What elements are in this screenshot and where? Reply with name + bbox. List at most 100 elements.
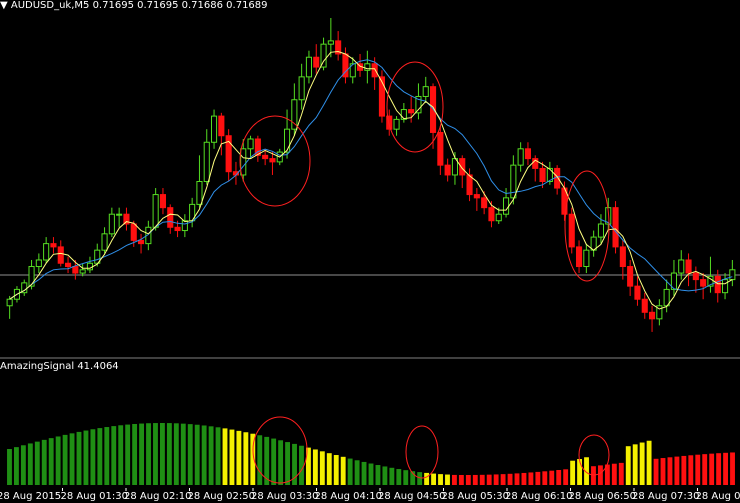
candle-body xyxy=(313,56,320,68)
candle-body xyxy=(575,246,583,268)
histogram-bar xyxy=(13,447,19,485)
histogram-bar xyxy=(403,470,409,485)
candle-body xyxy=(116,213,123,216)
candle-body xyxy=(408,109,415,114)
histogram-bar xyxy=(375,465,381,485)
histogram-bar xyxy=(34,441,40,485)
histogram-bar xyxy=(118,425,124,485)
histogram-bar xyxy=(312,449,318,485)
histogram-bar xyxy=(48,438,54,485)
candle-body xyxy=(159,194,167,209)
time-axis-label: 28 Aug 07:30 xyxy=(632,491,699,502)
candle-body xyxy=(583,249,590,268)
histogram-bar xyxy=(347,458,353,485)
histogram-bar xyxy=(507,473,513,485)
histogram-bar xyxy=(201,425,207,485)
candle-body xyxy=(444,164,451,176)
candle-body xyxy=(692,272,699,281)
candle-body xyxy=(181,220,188,232)
candle-body xyxy=(130,223,137,241)
time-axis-label: 28 Aug 03:30 xyxy=(251,491,318,502)
candle-body xyxy=(685,259,692,274)
candle-body xyxy=(554,167,561,189)
ma-fast-line xyxy=(9,50,733,310)
histogram-bar xyxy=(104,427,110,485)
chart-title: ▼ AUDUSD_uk,M5 0.71695 0.71695 0.71686 0… xyxy=(0,0,268,11)
histogram-bar xyxy=(319,451,325,485)
histogram-bar xyxy=(20,445,26,485)
candle-body xyxy=(305,56,313,78)
histogram-bar xyxy=(159,423,165,485)
histogram-bar xyxy=(674,456,680,485)
histogram-bar xyxy=(417,472,423,485)
histogram-bar xyxy=(688,455,694,485)
candle-body xyxy=(43,243,50,261)
candle-body xyxy=(50,243,57,248)
histogram-bar xyxy=(458,474,464,485)
histogram-bar xyxy=(83,430,89,485)
histogram-bar xyxy=(111,426,117,485)
histogram-bar xyxy=(257,435,263,485)
histogram-bar xyxy=(646,440,652,485)
histogram-bar xyxy=(354,460,360,485)
histogram-bar xyxy=(125,424,131,485)
candle-body xyxy=(714,275,721,294)
candle-body xyxy=(612,207,619,248)
candle-body xyxy=(57,246,64,264)
histogram-bar xyxy=(632,444,638,485)
histogram-bar xyxy=(215,427,221,485)
histogram-bar xyxy=(528,472,534,485)
time-axis-label: 28 Aug 01:30 xyxy=(61,491,128,502)
histogram-bar xyxy=(382,466,388,485)
histogram-bar xyxy=(730,452,735,485)
candle-body xyxy=(700,279,707,287)
time-axis-label: 28 Aug 02:50 xyxy=(188,491,255,502)
candle-body xyxy=(524,148,532,160)
candle-body xyxy=(729,269,736,281)
candle-body xyxy=(64,262,72,268)
candle-body xyxy=(283,128,291,153)
histogram-bar xyxy=(577,459,583,485)
candle-body xyxy=(86,262,94,271)
candle-body xyxy=(371,63,378,78)
histogram-bar xyxy=(69,433,75,485)
histogram-bar xyxy=(653,458,659,485)
candle-body xyxy=(298,76,305,101)
time-axis-label: 28 Aug 08: xyxy=(696,491,740,502)
histogram-bar xyxy=(563,469,569,485)
histogram-bar xyxy=(146,423,151,485)
indicator-title: AmazingSignal 41.4064 xyxy=(0,361,119,372)
histogram-bar xyxy=(618,462,624,485)
histogram-bar xyxy=(479,474,485,485)
histogram-bar xyxy=(486,474,492,485)
histogram-bar xyxy=(299,445,304,485)
candle-body xyxy=(488,207,495,222)
histogram-bar xyxy=(451,474,457,485)
signal-circle xyxy=(405,425,439,479)
candle-body xyxy=(619,246,626,268)
candle-body xyxy=(218,115,225,137)
candle-body xyxy=(327,40,334,45)
histogram-bar xyxy=(41,439,47,485)
time-axis-label: 28 Aug 02:10 xyxy=(124,491,191,502)
histogram-bar xyxy=(132,424,138,485)
histogram-bar xyxy=(542,471,548,485)
time-axis-label: 28 Aug 05:30 xyxy=(442,491,509,502)
histogram-bar xyxy=(285,442,291,485)
price-chart[interactable]: 28 Aug 2015 28 Aug 01:3028 Aug 02:1028 Au… xyxy=(0,0,740,503)
candle-body xyxy=(203,141,210,182)
candle-body xyxy=(137,239,145,245)
candle-body xyxy=(79,269,86,274)
candle-body xyxy=(473,194,480,199)
histogram-bar xyxy=(500,474,506,485)
histogram-bar xyxy=(597,465,603,485)
histogram-bar xyxy=(326,453,332,485)
histogram-bar xyxy=(76,431,82,485)
histogram-bar xyxy=(723,452,729,485)
histogram-bar xyxy=(465,474,471,485)
histogram-bar xyxy=(153,423,158,485)
histogram-bar xyxy=(445,474,450,485)
histogram-bar xyxy=(236,430,242,485)
histogram-bar xyxy=(229,429,235,485)
candle-body xyxy=(240,148,247,176)
